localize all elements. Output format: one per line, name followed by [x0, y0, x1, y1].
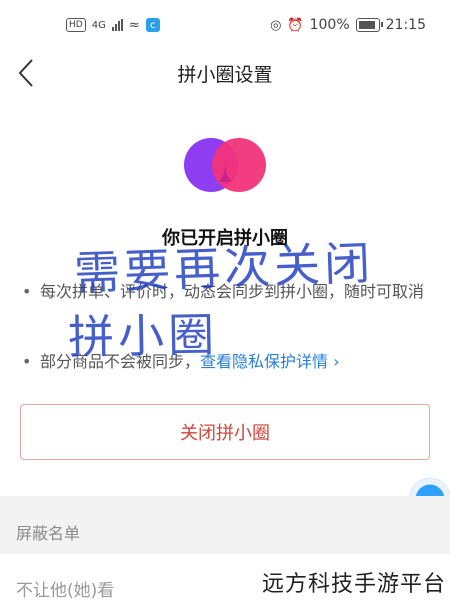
bullet-dot: • — [22, 352, 32, 371]
clock: 21:15 — [385, 17, 426, 33]
nav-bar: 拼小圈设置 — [0, 50, 450, 98]
privacy-details-link[interactable]: 查看隐私保护详情 › — [200, 352, 340, 371]
battery-icon — [355, 18, 383, 32]
bullet-dot: • — [22, 282, 32, 301]
status-left: HD 4G ≈ c — [66, 18, 160, 33]
status-bar: HD 4G ≈ c ◎ ⏰ 100% 21:15 — [0, 0, 450, 50]
info-bullet-sync: • 每次拼单、评价时，动态会同步到拼小圈，随时可取消 — [22, 278, 426, 306]
hd-badge: HD — [66, 18, 86, 32]
section-title: 屏蔽名单 — [16, 524, 81, 543]
bullet-text-wrap: 部分商品不会被同步，查看隐私保护详情 › — [22, 348, 426, 376]
wifi-icon: ≈ — [128, 17, 140, 33]
alarm-icon: ⏰ — [287, 17, 304, 33]
blocklist-section-header: 屏蔽名单 — [0, 496, 450, 554]
status-right: ◎ ⏰ 100% 21:15 — [270, 17, 426, 33]
battery-percent: 100% — [309, 17, 350, 33]
row-label: 不让他(她)看 — [16, 581, 115, 601]
bullet-text: 部分商品不会被同步， — [40, 352, 201, 371]
network-type: 4G — [91, 19, 106, 31]
close-pinxiaoquan-button[interactable]: 关闭拼小圈 — [20, 404, 430, 460]
app-notification-icon: c — [145, 18, 160, 32]
signal-icon — [111, 19, 123, 31]
logo-right-circle — [212, 138, 266, 192]
status-headline: 你已开启拼小圈 — [162, 228, 288, 249]
bullet-text: 每次拼单、评价时，动态会同步到拼小圈，随时可取消 — [40, 282, 425, 301]
battery-fill — [358, 21, 375, 29]
info-bullet-privacy: • 部分商品不会被同步，查看隐私保护详情 › — [22, 348, 426, 376]
page-title: 拼小圈设置 — [177, 64, 273, 86]
watermark-text: 远方科技手游平台 — [261, 572, 446, 597]
pinxiaoquan-logo-icon — [184, 138, 266, 192]
vibrate-icon: ◎ — [270, 17, 282, 33]
